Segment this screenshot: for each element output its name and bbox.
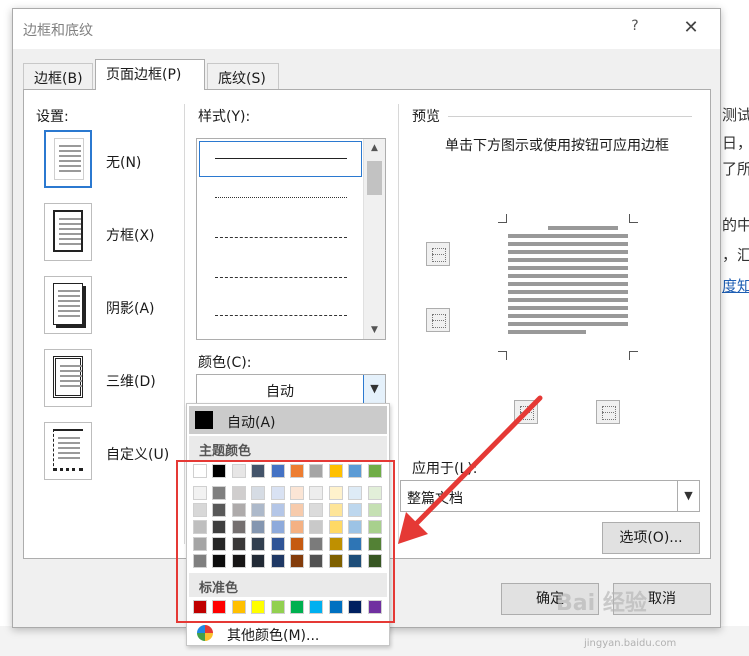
setting-shadow-label[interactable]: 阴影(A)	[106, 298, 155, 318]
watermark-logo: Bai 经验	[556, 591, 647, 616]
top-border-icon[interactable]	[426, 242, 450, 266]
chevron-down-icon[interactable]: ▼	[677, 481, 699, 511]
auto-color-swatch	[195, 411, 213, 429]
preview-label: 预览	[412, 109, 440, 125]
right-border-icon[interactable]	[596, 400, 620, 424]
tab-page-border[interactable]: 页面边框(P)	[95, 59, 205, 90]
dialog-title: 边框和底纹	[23, 23, 93, 39]
bg-text-line: 测试	[722, 106, 749, 124]
more-colors-label: 其他颜色(M)...	[227, 628, 320, 644]
preview-page[interactable]	[498, 214, 638, 360]
bg-link[interactable]: 度知	[722, 275, 749, 296]
color-auto-label: 自动(A)	[227, 415, 276, 431]
tab-borders[interactable]: 边框(B)	[23, 63, 93, 89]
setting-none-label[interactable]: 无(N)	[106, 152, 141, 172]
setting-box-icon[interactable]	[44, 203, 92, 261]
bg-text-line: 日，	[722, 134, 749, 152]
style-dashed-line[interactable]	[215, 237, 347, 238]
watermark-url: jingyan.baidu.com	[584, 638, 677, 649]
style-long-dash-line[interactable]	[215, 277, 347, 278]
color-auto-option[interactable]: 自动(A)	[189, 406, 387, 434]
help-icon[interactable]: ?	[625, 18, 645, 34]
style-dash-dot-line[interactable]	[215, 315, 347, 316]
chevron-down-icon[interactable]: ▼	[363, 375, 385, 403]
options-button[interactable]: 选项(O)...	[602, 522, 700, 554]
column-divider	[398, 104, 399, 544]
setting-3d-label[interactable]: 三维(D)	[106, 371, 156, 391]
bg-text-line: 的中	[722, 216, 749, 234]
style-scrollbar[interactable]: ▲ ▼	[363, 139, 385, 339]
color-label: 颜色(C):	[198, 355, 252, 371]
apply-to-select[interactable]: 整篇文档 ▼	[400, 480, 700, 512]
color-wheel-icon	[197, 625, 213, 641]
tab-shading[interactable]: 底纹(S)	[207, 63, 279, 89]
left-border-icon[interactable]	[514, 400, 538, 424]
apply-to-value: 整篇文档	[407, 491, 463, 507]
setting-custom-icon[interactable]	[44, 422, 92, 480]
preview-hint: 单击下方图示或使用按钮可应用边框	[445, 138, 669, 154]
style-dotted-line[interactable]	[215, 197, 347, 198]
bottom-border-icon[interactable]	[426, 308, 450, 332]
color-dropdown-value: 自动	[266, 384, 294, 400]
bg-text-line: ，汇	[722, 246, 749, 264]
title-bar: 边框和底纹 ? ✕	[13, 9, 720, 49]
preview-divider	[448, 116, 692, 117]
style-list[interactable]: ▲ ▼	[196, 138, 386, 340]
theme-colors-label: 主题颜色	[199, 444, 252, 459]
close-icon[interactable]: ✕	[677, 15, 705, 41]
bg-text-line: 了所	[722, 160, 749, 178]
style-label: 样式(Y):	[198, 109, 251, 125]
setting-custom-label[interactable]: 自定义(U)	[106, 444, 169, 464]
style-solid-line[interactable]	[215, 158, 347, 159]
scroll-up-icon[interactable]: ▲	[364, 139, 385, 157]
setting-shadow-icon[interactable]	[44, 276, 92, 334]
setting-none-icon[interactable]	[44, 130, 92, 188]
setting-box-label[interactable]: 方框(X)	[106, 225, 155, 245]
annotation-highlight-box	[176, 460, 395, 623]
theme-colors-header: 主题颜色	[189, 436, 387, 460]
setting-3d-icon[interactable]	[44, 349, 92, 407]
background-document: 测试 日， 了所 的中 ，汇 度知	[722, 0, 749, 656]
apply-to-label: 应用于(L):	[412, 461, 478, 477]
scroll-thumb[interactable]	[367, 161, 382, 195]
settings-label: 设置:	[36, 109, 69, 125]
style-selected-item[interactable]	[199, 141, 362, 177]
scroll-down-icon[interactable]: ▼	[364, 321, 385, 339]
more-colors-option[interactable]: 其他颜色(M)...	[189, 622, 387, 646]
color-dropdown[interactable]: 自动 ▼	[196, 374, 386, 404]
